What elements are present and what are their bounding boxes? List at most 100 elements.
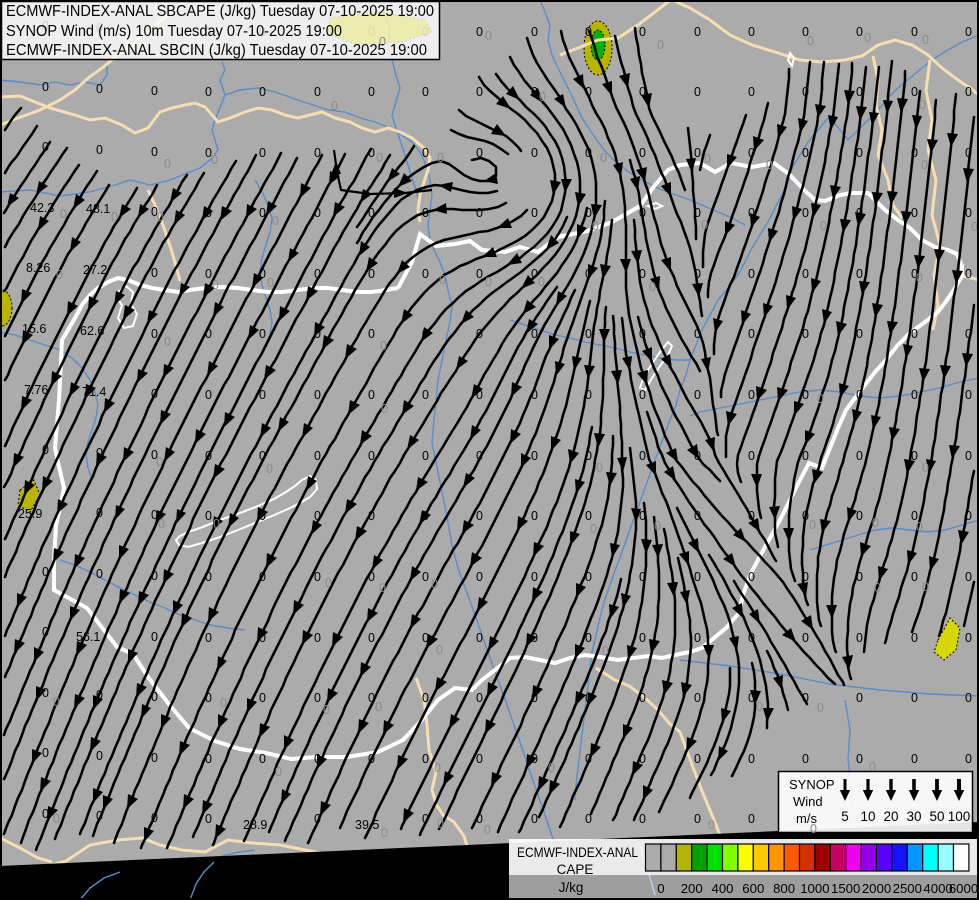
svg-text:0: 0: [368, 631, 375, 645]
svg-text:0: 0: [476, 752, 483, 766]
svg-text:0: 0: [422, 85, 429, 99]
svg-text:0: 0: [368, 327, 375, 341]
svg-text:ECMWF-INDEX-ANAL: ECMWF-INDEX-ANAL: [517, 844, 638, 860]
svg-text:0: 0: [590, 522, 597, 536]
svg-text:0: 0: [151, 630, 158, 644]
svg-text:400: 400: [711, 881, 733, 896]
svg-text:0: 0: [600, 151, 607, 165]
svg-text:0: 0: [42, 80, 49, 94]
svg-text:0: 0: [701, 218, 708, 232]
svg-text:800: 800: [773, 881, 795, 896]
svg-text:0: 0: [748, 267, 755, 281]
svg-text:0: 0: [639, 388, 646, 402]
svg-text:0: 0: [639, 812, 646, 826]
svg-text:0: 0: [531, 146, 538, 160]
svg-text:0: 0: [151, 84, 158, 98]
svg-text:10: 10: [860, 809, 875, 824]
svg-text:0: 0: [331, 99, 338, 113]
svg-text:0: 0: [748, 812, 755, 826]
svg-text:0: 0: [314, 631, 321, 645]
svg-text:0: 0: [314, 691, 321, 705]
svg-text:0: 0: [531, 25, 538, 39]
svg-text:0: 0: [639, 146, 646, 160]
svg-text:0: 0: [965, 388, 972, 402]
svg-text:0: 0: [817, 701, 824, 715]
svg-text:0: 0: [531, 206, 538, 220]
svg-text:0: 0: [649, 280, 656, 294]
svg-text:2000: 2000: [862, 881, 891, 896]
svg-text:0: 0: [694, 812, 701, 826]
svg-text:0: 0: [422, 146, 429, 160]
svg-text:CAPE: CAPE: [557, 862, 594, 877]
svg-text:0: 0: [60, 207, 67, 221]
svg-text:0: 0: [921, 158, 928, 172]
svg-text:0: 0: [694, 570, 701, 584]
svg-text:0: 0: [151, 145, 158, 159]
svg-text:0: 0: [314, 85, 321, 99]
svg-text:0: 0: [267, 276, 274, 290]
svg-text:0: 0: [965, 25, 972, 39]
svg-text:0: 0: [965, 752, 972, 766]
svg-text:0: 0: [694, 85, 701, 99]
svg-text:0: 0: [807, 34, 814, 48]
svg-text:0: 0: [654, 519, 661, 533]
svg-text:0: 0: [911, 388, 918, 402]
svg-text:0: 0: [157, 210, 164, 224]
svg-text:0: 0: [911, 752, 918, 766]
svg-text:0: 0: [476, 570, 483, 584]
svg-text:0: 0: [259, 146, 266, 160]
svg-text:0: 0: [704, 152, 711, 166]
svg-text:0: 0: [856, 752, 863, 766]
svg-text:0: 0: [96, 143, 103, 157]
svg-text:0: 0: [476, 206, 483, 220]
svg-text:0: 0: [802, 267, 809, 281]
svg-text:0: 0: [485, 29, 492, 43]
svg-text:SYNOP Wind (m/s) 10m Tuesday 0: SYNOP Wind (m/s) 10m Tuesday 07-10-2025 …: [6, 23, 342, 40]
svg-text:0: 0: [919, 98, 926, 112]
svg-text:0: 0: [42, 746, 49, 760]
svg-text:0: 0: [802, 206, 809, 220]
svg-text:0: 0: [657, 38, 664, 52]
svg-text:0: 0: [325, 576, 332, 590]
svg-text:0: 0: [694, 388, 701, 402]
svg-text:0: 0: [323, 703, 330, 717]
svg-text:0: 0: [205, 812, 212, 826]
svg-text:0: 0: [422, 388, 429, 402]
svg-text:0: 0: [971, 220, 978, 234]
svg-text:0: 0: [266, 462, 273, 476]
svg-text:0: 0: [916, 520, 923, 534]
svg-text:0: 0: [810, 822, 817, 836]
svg-text:0: 0: [368, 388, 375, 402]
svg-text:0: 0: [965, 85, 972, 99]
svg-text:0: 0: [965, 631, 972, 645]
svg-text:0: 0: [965, 449, 972, 463]
svg-text:0: 0: [205, 85, 212, 99]
svg-text:0: 0: [422, 267, 429, 281]
svg-text:0: 0: [585, 509, 592, 523]
svg-text:0: 0: [911, 25, 918, 39]
svg-text:0: 0: [922, 461, 929, 475]
svg-text:0: 0: [916, 271, 923, 285]
svg-text:0: 0: [381, 402, 388, 416]
svg-text:0: 0: [314, 388, 321, 402]
svg-text:0: 0: [96, 82, 103, 96]
svg-text:0: 0: [802, 631, 809, 645]
svg-text:0: 0: [151, 266, 158, 280]
svg-text:0: 0: [748, 388, 755, 402]
svg-text:0: 0: [820, 219, 827, 233]
svg-text:0: 0: [856, 691, 863, 705]
svg-text:0: 0: [368, 85, 375, 99]
svg-text:0: 0: [476, 509, 483, 523]
svg-text:0: 0: [422, 570, 429, 584]
svg-text:0: 0: [205, 509, 212, 523]
svg-text:0: 0: [259, 691, 266, 705]
svg-text:0: 0: [531, 570, 538, 584]
svg-text:0: 0: [531, 812, 538, 826]
svg-text:0: 0: [748, 570, 755, 584]
svg-text:0: 0: [694, 25, 701, 39]
svg-text:0: 0: [96, 567, 103, 581]
svg-text:0: 0: [531, 509, 538, 523]
svg-text:0: 0: [538, 275, 545, 289]
svg-text:0: 0: [596, 461, 603, 475]
svg-text:0: 0: [856, 267, 863, 281]
